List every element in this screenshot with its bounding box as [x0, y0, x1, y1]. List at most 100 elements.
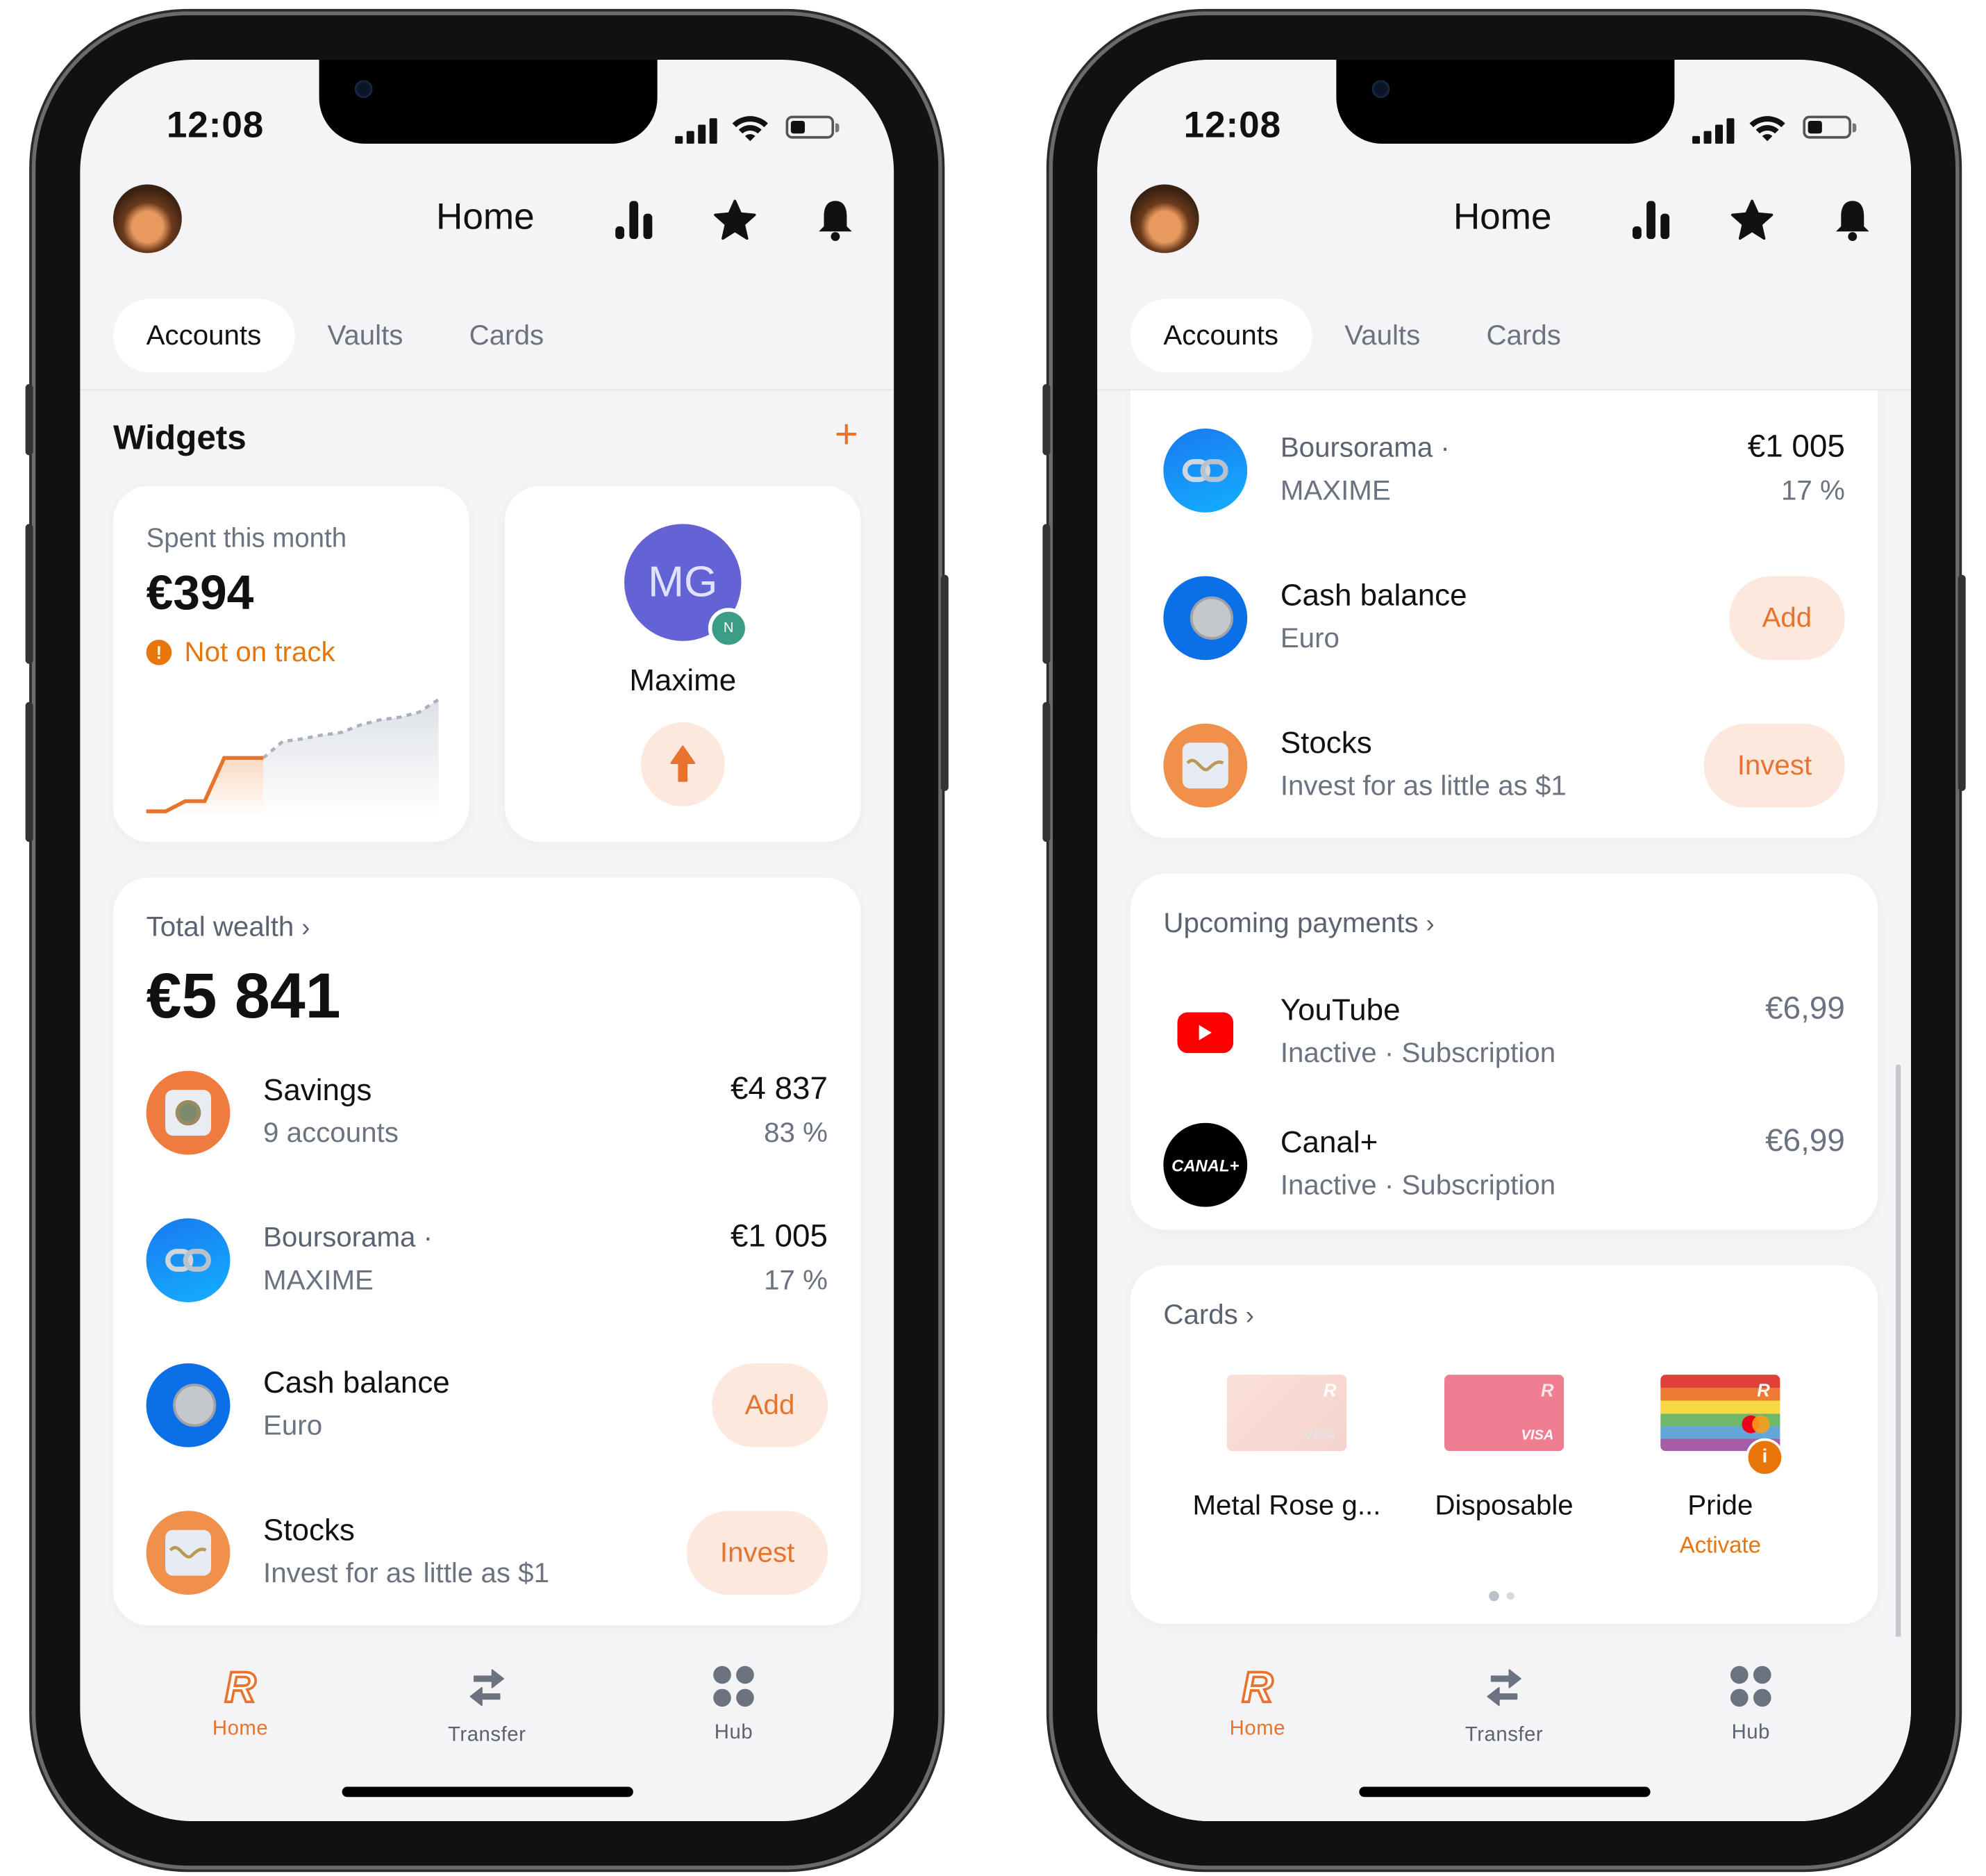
warning-icon: !	[146, 639, 172, 665]
favorites-button[interactable]	[1729, 197, 1775, 243]
page-dot[interactable]	[1506, 1592, 1514, 1600]
spent-chart	[146, 698, 439, 817]
profile-avatar[interactable]	[112, 184, 182, 254]
total-wealth-link[interactable]: Total wealth ›	[147, 911, 310, 944]
contact-widget[interactable]: MG N Maxime	[504, 485, 861, 842]
tab-vaults[interactable]: Vaults	[1312, 299, 1453, 372]
notch	[319, 60, 658, 144]
total-wealth-card-continued: Boursorama · MAXIME €1 005 17 % Cash bal…	[1130, 352, 1878, 838]
spent-this-month-widget[interactable]: Spent this month €394 ! Not on track	[112, 485, 469, 842]
front-camera	[354, 80, 373, 98]
favorites-button[interactable]	[712, 197, 758, 243]
bell-icon	[1835, 201, 1869, 241]
top-bar: Home	[1097, 184, 1911, 260]
card-name: Disposable	[1435, 1489, 1574, 1521]
account-row-stocks[interactable]: Stocks Invest for as little as $1 Invest	[1163, 723, 1845, 813]
total-wealth-card: Total wealth › €5 841 Savings 9 accounts …	[112, 877, 861, 1626]
safe-icon	[146, 1070, 231, 1155]
chevron-right-icon: ›	[1426, 910, 1435, 939]
transfer-arrows-icon	[1487, 1669, 1521, 1707]
invest-button[interactable]: Invest	[687, 1511, 828, 1595]
account-row-cash[interactable]: Cash balance Euro Add	[1163, 576, 1845, 665]
youtube-icon	[1163, 990, 1247, 1074]
account-row-boursorama[interactable]: Boursorama · MAXIME €1 005 17 %	[1163, 429, 1845, 517]
cards-pagination[interactable]	[1489, 1591, 1514, 1602]
account-row-cash[interactable]: Cash balance Euro Add	[146, 1363, 828, 1452]
stocks-icon	[1163, 723, 1248, 808]
nav-hub[interactable]: Hub	[1674, 1665, 1827, 1745]
account-subtitle: Invest for as little as $1	[1280, 769, 1567, 802]
card-thumbnail: R VISA	[1226, 1375, 1347, 1452]
nav-hub-label: Hub	[714, 1722, 753, 1744]
add-money-button[interactable]: Add	[1728, 576, 1845, 661]
scrollbar[interactable]	[1896, 1064, 1901, 1650]
account-row-boursorama[interactable]: Boursorama · MAXIME €1 005 17 %	[146, 1218, 828, 1307]
payment-row-canal-plus[interactable]: CANAL+ Canal+ Inactive · Subscription €6…	[1163, 1122, 1845, 1212]
profile-avatar[interactable]	[1130, 184, 1199, 254]
bar-chart-icon	[615, 201, 653, 240]
power-button	[1958, 574, 1966, 791]
star-icon	[1730, 199, 1774, 240]
status-time: 12:08	[1183, 105, 1282, 147]
nav-hub[interactable]: Hub	[658, 1665, 810, 1745]
cellular-signal-icon	[675, 118, 718, 144]
widgets-heading: Widgets	[112, 418, 247, 457]
nav-home[interactable]: R Home	[164, 1663, 317, 1741]
account-row-savings[interactable]: Savings 9 accounts €4 837 83 %	[146, 1070, 828, 1160]
phone-left: 12:08 Home Accounts Vaults Cards Widgets…	[25, 15, 949, 1866]
cards-link[interactable]: Cards ›	[1163, 1298, 1254, 1331]
revolut-logo-icon: R	[1757, 1379, 1770, 1400]
revolut-home-icon: R	[224, 1663, 258, 1712]
volume-up-button	[1042, 524, 1051, 664]
home-indicator[interactable]	[342, 1786, 633, 1798]
account-row-stocks[interactable]: Stocks Invest for as little as $1 Invest	[146, 1511, 828, 1600]
nav-transfer-label: Transfer	[1465, 1724, 1544, 1746]
add-money-button[interactable]: Add	[712, 1363, 828, 1447]
send-money-button[interactable]	[640, 722, 725, 806]
tab-vaults[interactable]: Vaults	[294, 299, 436, 372]
nav-home[interactable]: R Home	[1181, 1663, 1334, 1741]
canal-plus-icon: CANAL+	[1163, 1122, 1248, 1207]
account-subtitle: 9 accounts	[263, 1116, 399, 1149]
account-name: Cash balance	[263, 1366, 450, 1400]
nav-transfer[interactable]: Transfer	[410, 1665, 563, 1748]
activate-card-link[interactable]: Activate	[1606, 1532, 1835, 1559]
volume-down-button	[1042, 702, 1051, 842]
info-badge-icon: i	[1745, 1438, 1784, 1477]
analytics-button[interactable]	[612, 197, 658, 243]
account-name: Stocks	[263, 1513, 355, 1548]
card-network: VISA	[1521, 1428, 1554, 1444]
card-network: VISA	[1303, 1428, 1337, 1444]
wifi-icon	[1749, 116, 1785, 142]
volume-up-button	[25, 524, 33, 664]
card-thumbnail: R VISA	[1444, 1375, 1564, 1452]
contact-name: Maxime	[629, 663, 737, 699]
notifications-button[interactable]	[812, 197, 858, 243]
cards-card: Cards › R VISA Metal Rose g... R VISA Di…	[1130, 1265, 1878, 1625]
nav-home-label: Home	[1229, 1718, 1286, 1740]
link-icon	[1163, 429, 1248, 513]
hub-grid-icon	[713, 1666, 754, 1707]
tab-cards[interactable]: Cards	[1453, 299, 1594, 372]
account-subtitle: Euro	[1280, 622, 1340, 654]
tab-accounts[interactable]: Accounts	[1130, 299, 1312, 373]
cellular-signal-icon	[1692, 118, 1735, 144]
upcoming-payments-link[interactable]: Upcoming payments ›	[1163, 907, 1434, 940]
home-indicator[interactable]	[1359, 1786, 1651, 1798]
account-value: €4 837	[730, 1070, 828, 1106]
page-dot-active[interactable]	[1489, 1591, 1499, 1602]
tab-accounts[interactable]: Accounts	[112, 299, 294, 373]
battery-icon	[785, 115, 840, 139]
nav-transfer[interactable]: Transfer	[1428, 1665, 1580, 1748]
status-time: 12:08	[166, 105, 265, 147]
payment-row-youtube[interactable]: YouTube Inactive · Subscription €6,99	[1163, 990, 1845, 1079]
analytics-button[interactable]	[1629, 197, 1675, 243]
account-share: 83 %	[764, 1116, 828, 1149]
tab-cards[interactable]: Cards	[436, 299, 577, 372]
notifications-button[interactable]	[1830, 197, 1876, 243]
invest-button[interactable]: Invest	[1704, 723, 1845, 808]
add-widget-button[interactable]: +	[835, 410, 858, 458]
payment-amount: €6,99	[1765, 1122, 1845, 1159]
hub-grid-icon	[1730, 1666, 1771, 1707]
page-title: Home	[436, 197, 535, 238]
